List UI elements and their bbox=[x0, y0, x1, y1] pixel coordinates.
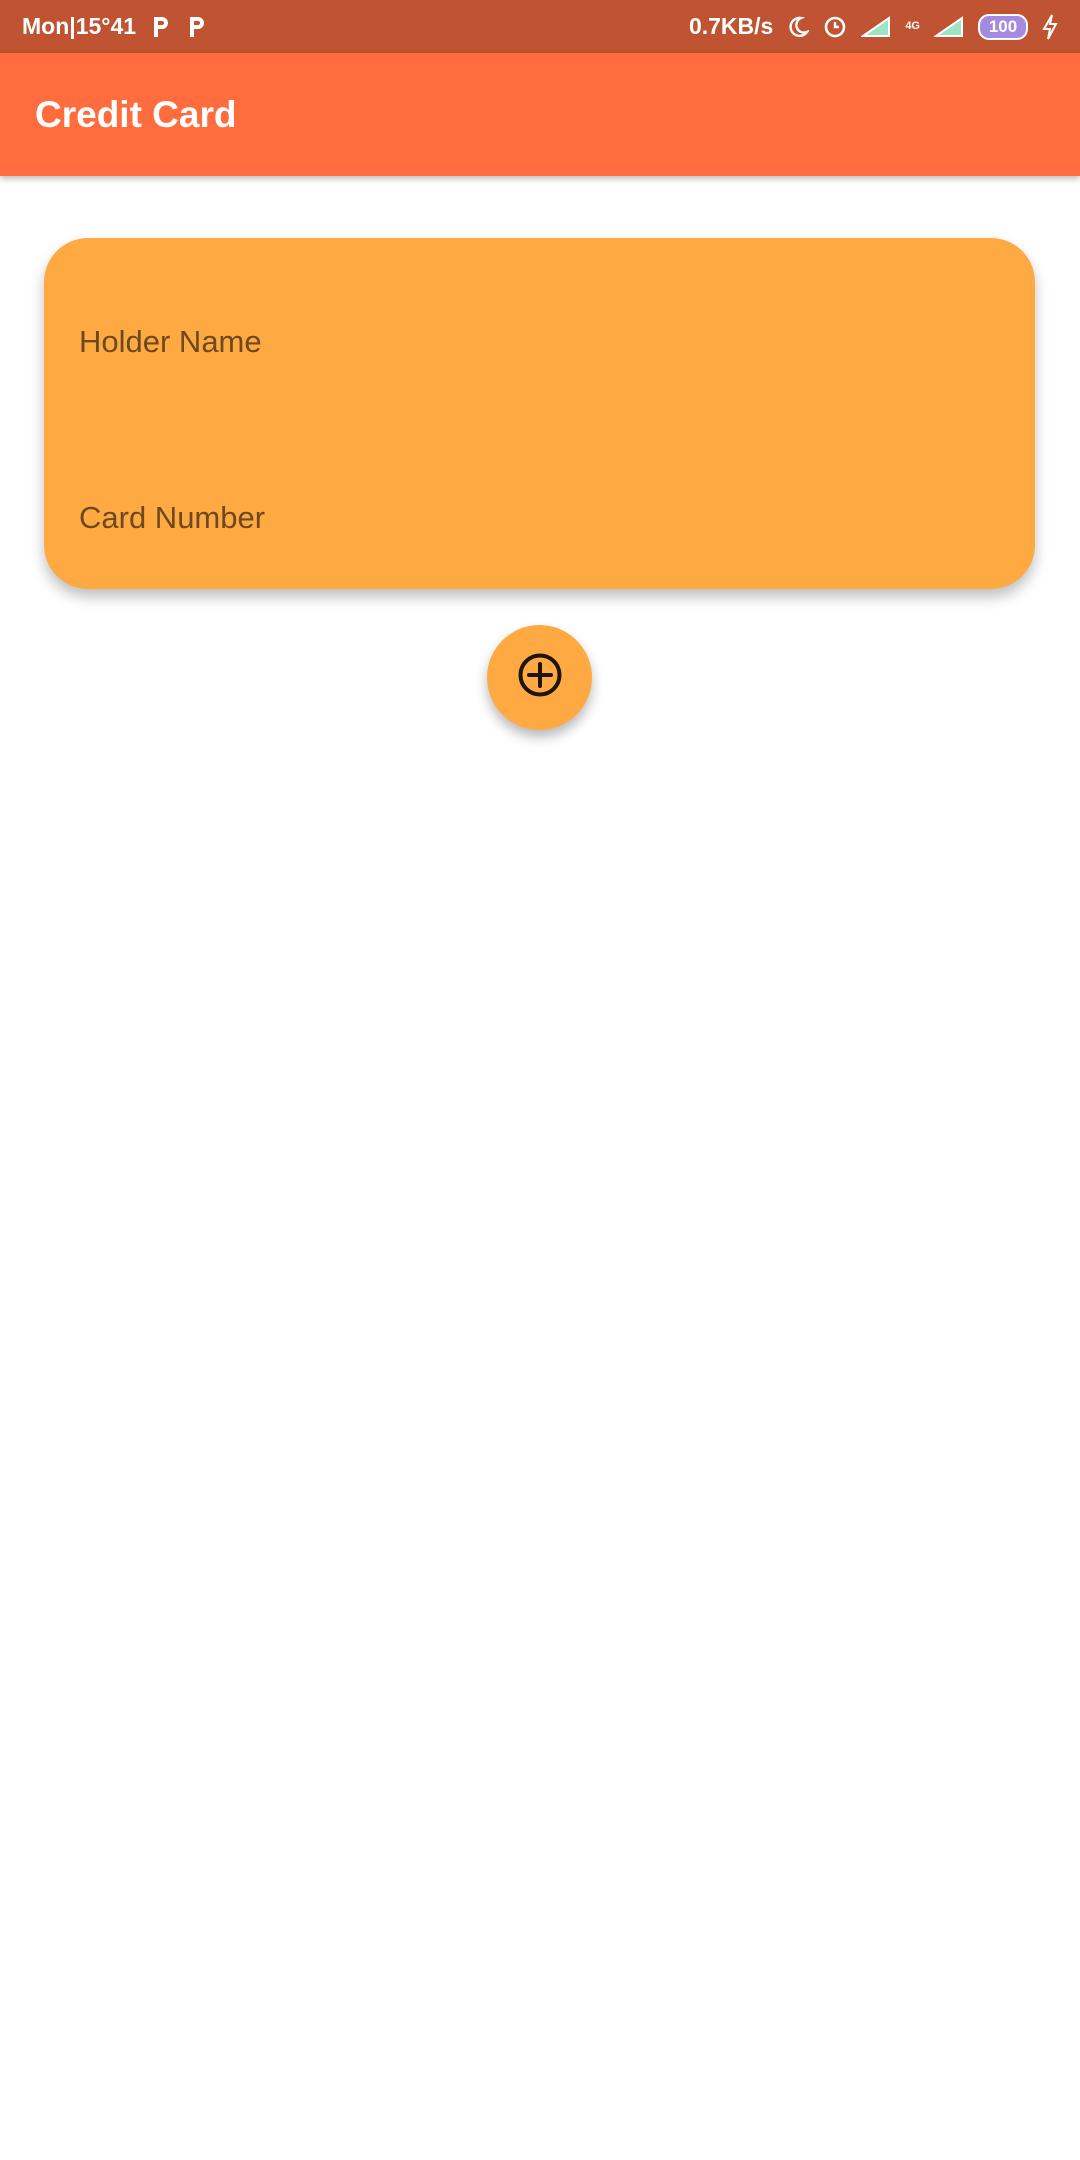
network-speed: 0.7KB/s bbox=[688, 13, 774, 39]
status-left: Mon|15°41 bbox=[22, 13, 208, 40]
network-type: 4G bbox=[905, 20, 920, 32]
page-title: Credit Card bbox=[35, 93, 237, 135]
p-icon bbox=[186, 15, 208, 39]
status-right: 0.7KB/s 4G 100 bbox=[689, 13, 1058, 40]
signal-4g-icon: 4G bbox=[905, 21, 920, 32]
card-number-label: Card Number bbox=[79, 500, 266, 535]
moon-icon bbox=[787, 16, 810, 38]
status-bar: Mon|15°41 0.7KB/s 4G 100 bbox=[0, 0, 1080, 53]
holder-name-label: Holder Name bbox=[79, 324, 262, 359]
battery-level: 100 bbox=[988, 16, 1018, 36]
credit-card[interactable]: Holder Name Card Number bbox=[44, 238, 1035, 589]
charging-icon bbox=[1042, 14, 1058, 40]
add-card-button[interactable] bbox=[487, 625, 592, 730]
p-icon bbox=[150, 15, 172, 39]
battery-icon: 100 bbox=[978, 13, 1028, 40]
status-time: Mon|15°41 bbox=[22, 13, 137, 39]
signal-icon bbox=[934, 15, 964, 38]
add-circle-icon bbox=[516, 651, 564, 704]
signal-icon bbox=[861, 15, 891, 38]
app-bar: Credit Card bbox=[0, 53, 1080, 176]
alarm-icon bbox=[823, 15, 847, 39]
